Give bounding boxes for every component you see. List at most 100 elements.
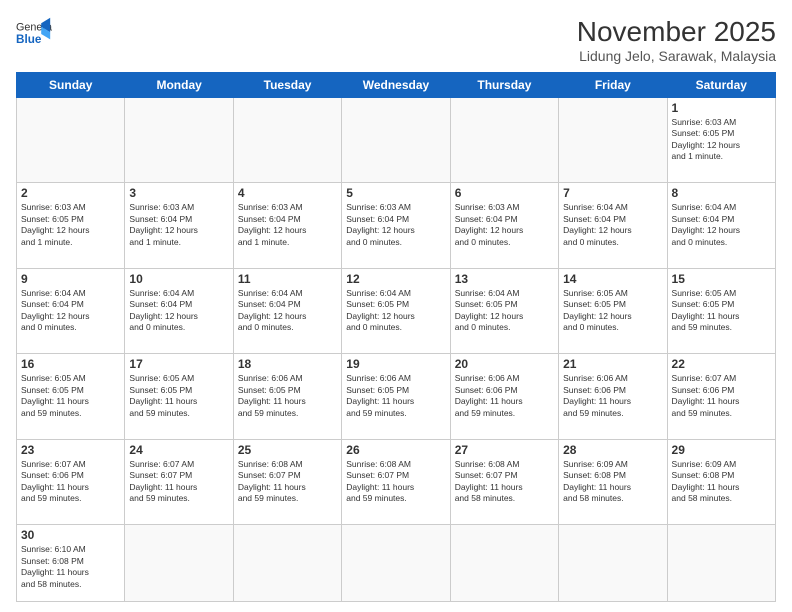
calendar-cell: 9 Sunrise: 6:04 AM Sunset: 6:04 PM Daylig… bbox=[17, 268, 125, 353]
calendar-week-row: 9 Sunrise: 6:04 AM Sunset: 6:04 PM Daylig… bbox=[17, 268, 776, 353]
calendar-cell: 10 Sunrise: 6:04 AM Sunset: 6:04 PM Dayli… bbox=[125, 268, 233, 353]
day-number: 11 bbox=[238, 272, 337, 286]
day-number: 9 bbox=[21, 272, 120, 286]
calendar-cell bbox=[233, 525, 341, 602]
day-number: 20 bbox=[455, 357, 554, 371]
day-number: 21 bbox=[563, 357, 662, 371]
calendar-cell: 13 Sunrise: 6:04 AM Sunset: 6:05 PM Dayli… bbox=[450, 268, 558, 353]
day-number: 27 bbox=[455, 443, 554, 457]
day-info: Sunrise: 6:05 AM Sunset: 6:05 PM Dayligh… bbox=[21, 373, 120, 419]
day-info: Sunrise: 6:03 AM Sunset: 6:05 PM Dayligh… bbox=[672, 117, 771, 163]
day-number: 14 bbox=[563, 272, 662, 286]
calendar-cell: 16 Sunrise: 6:05 AM Sunset: 6:05 PM Dayli… bbox=[17, 354, 125, 439]
day-number: 24 bbox=[129, 443, 228, 457]
day-info: Sunrise: 6:04 AM Sunset: 6:04 PM Dayligh… bbox=[129, 288, 228, 334]
calendar-cell bbox=[125, 98, 233, 183]
calendar-cell: 6Sunrise: 6:03 AM Sunset: 6:04 PM Daylig… bbox=[450, 183, 558, 268]
calendar-cell: 1Sunrise: 6:03 AM Sunset: 6:05 PM Daylig… bbox=[667, 98, 775, 183]
calendar-cell bbox=[17, 98, 125, 183]
day-number: 26 bbox=[346, 443, 445, 457]
calendar-cell bbox=[559, 525, 667, 602]
calendar-cell bbox=[559, 98, 667, 183]
calendar-cell bbox=[450, 98, 558, 183]
day-info: Sunrise: 6:05 AM Sunset: 6:05 PM Dayligh… bbox=[563, 288, 662, 334]
day-number: 3 bbox=[129, 186, 228, 200]
calendar-cell bbox=[125, 525, 233, 602]
weekday-header: Thursday bbox=[450, 73, 558, 98]
day-number: 16 bbox=[21, 357, 120, 371]
calendar-cell: 30 Sunrise: 6:10 AM Sunset: 6:08 PM Dayli… bbox=[17, 525, 125, 602]
calendar-cell bbox=[450, 525, 558, 602]
day-info: Sunrise: 6:06 AM Sunset: 6:06 PM Dayligh… bbox=[563, 373, 662, 419]
day-info: Sunrise: 6:03 AM Sunset: 6:04 PM Dayligh… bbox=[238, 202, 337, 248]
day-info: Sunrise: 6:08 AM Sunset: 6:07 PM Dayligh… bbox=[238, 459, 337, 505]
weekday-header: Saturday bbox=[667, 73, 775, 98]
weekday-header: Sunday bbox=[17, 73, 125, 98]
calendar-cell: 28Sunrise: 6:09 AM Sunset: 6:08 PM Dayli… bbox=[559, 439, 667, 524]
day-number: 8 bbox=[672, 186, 771, 200]
calendar-cell: 11Sunrise: 6:04 AM Sunset: 6:04 PM Dayli… bbox=[233, 268, 341, 353]
calendar-body: 1Sunrise: 6:03 AM Sunset: 6:05 PM Daylig… bbox=[17, 98, 776, 602]
weekday-header: Monday bbox=[125, 73, 233, 98]
calendar-cell: 20Sunrise: 6:06 AM Sunset: 6:06 PM Dayli… bbox=[450, 354, 558, 439]
day-info: Sunrise: 6:08 AM Sunset: 6:07 PM Dayligh… bbox=[455, 459, 554, 505]
title-section: November 2025 Lidung Jelo, Sarawak, Mala… bbox=[577, 16, 776, 64]
calendar-cell: 19 Sunrise: 6:06 AM Sunset: 6:05 PM Dayli… bbox=[342, 354, 450, 439]
day-info: Sunrise: 6:05 AM Sunset: 6:05 PM Dayligh… bbox=[129, 373, 228, 419]
day-number: 5 bbox=[346, 186, 445, 200]
calendar-cell bbox=[342, 98, 450, 183]
day-info: Sunrise: 6:04 AM Sunset: 6:05 PM Dayligh… bbox=[346, 288, 445, 334]
weekday-header: Wednesday bbox=[342, 73, 450, 98]
day-info: Sunrise: 6:06 AM Sunset: 6:05 PM Dayligh… bbox=[238, 373, 337, 419]
day-number: 6 bbox=[455, 186, 554, 200]
day-number: 30 bbox=[21, 528, 120, 542]
calendar-cell: 18Sunrise: 6:06 AM Sunset: 6:05 PM Dayli… bbox=[233, 354, 341, 439]
logo: General Blue bbox=[16, 16, 52, 52]
calendar-cell: 25 Sunrise: 6:08 AM Sunset: 6:07 PM Dayli… bbox=[233, 439, 341, 524]
calendar-cell: 27 Sunrise: 6:08 AM Sunset: 6:07 PM Dayli… bbox=[450, 439, 558, 524]
day-number: 17 bbox=[129, 357, 228, 371]
calendar-cell: 2Sunrise: 6:03 AM Sunset: 6:05 PM Daylig… bbox=[17, 183, 125, 268]
calendar-cell: 14 Sunrise: 6:05 AM Sunset: 6:05 PM Dayli… bbox=[559, 268, 667, 353]
day-info: Sunrise: 6:09 AM Sunset: 6:08 PM Dayligh… bbox=[563, 459, 662, 505]
day-number: 29 bbox=[672, 443, 771, 457]
day-info: Sunrise: 6:04 AM Sunset: 6:05 PM Dayligh… bbox=[455, 288, 554, 334]
month-title: November 2025 bbox=[577, 16, 776, 48]
day-info: Sunrise: 6:05 AM Sunset: 6:05 PM Dayligh… bbox=[672, 288, 771, 334]
calendar-table: SundayMondayTuesdayWednesdayThursdayFrid… bbox=[16, 72, 776, 602]
calendar-week-row: 23 Sunrise: 6:07 AM Sunset: 6:06 PM Dayli… bbox=[17, 439, 776, 524]
day-info: Sunrise: 6:08 AM Sunset: 6:07 PM Dayligh… bbox=[346, 459, 445, 505]
calendar-week-row: 1Sunrise: 6:03 AM Sunset: 6:05 PM Daylig… bbox=[17, 98, 776, 183]
day-info: Sunrise: 6:03 AM Sunset: 6:04 PM Dayligh… bbox=[346, 202, 445, 248]
day-info: Sunrise: 6:04 AM Sunset: 6:04 PM Dayligh… bbox=[672, 202, 771, 248]
day-number: 23 bbox=[21, 443, 120, 457]
calendar-cell: 5 Sunrise: 6:03 AM Sunset: 6:04 PM Daylig… bbox=[342, 183, 450, 268]
calendar-cell: 22Sunrise: 6:07 AM Sunset: 6:06 PM Dayli… bbox=[667, 354, 775, 439]
calendar-cell: 12 Sunrise: 6:04 AM Sunset: 6:05 PM Dayli… bbox=[342, 268, 450, 353]
day-number: 10 bbox=[129, 272, 228, 286]
day-info: Sunrise: 6:03 AM Sunset: 6:04 PM Dayligh… bbox=[129, 202, 228, 248]
day-number: 12 bbox=[346, 272, 445, 286]
day-number: 19 bbox=[346, 357, 445, 371]
calendar-week-row: 30 Sunrise: 6:10 AM Sunset: 6:08 PM Dayli… bbox=[17, 525, 776, 602]
day-number: 4 bbox=[238, 186, 337, 200]
day-info: Sunrise: 6:04 AM Sunset: 6:04 PM Dayligh… bbox=[21, 288, 120, 334]
svg-text:Blue: Blue bbox=[16, 33, 42, 46]
logo-icon: General Blue bbox=[16, 16, 52, 52]
day-info: Sunrise: 6:07 AM Sunset: 6:06 PM Dayligh… bbox=[21, 459, 120, 505]
day-info: Sunrise: 6:09 AM Sunset: 6:08 PM Dayligh… bbox=[672, 459, 771, 505]
day-info: Sunrise: 6:06 AM Sunset: 6:05 PM Dayligh… bbox=[346, 373, 445, 419]
calendar-cell: 15Sunrise: 6:05 AM Sunset: 6:05 PM Dayli… bbox=[667, 268, 775, 353]
calendar-week-row: 2Sunrise: 6:03 AM Sunset: 6:05 PM Daylig… bbox=[17, 183, 776, 268]
calendar-cell: 21 Sunrise: 6:06 AM Sunset: 6:06 PM Dayli… bbox=[559, 354, 667, 439]
calendar-cell: 29 Sunrise: 6:09 AM Sunset: 6:08 PM Dayli… bbox=[667, 439, 775, 524]
weekday-header: Friday bbox=[559, 73, 667, 98]
day-number: 13 bbox=[455, 272, 554, 286]
calendar-cell: 7Sunrise: 6:04 AM Sunset: 6:04 PM Daylig… bbox=[559, 183, 667, 268]
day-info: Sunrise: 6:04 AM Sunset: 6:04 PM Dayligh… bbox=[563, 202, 662, 248]
day-info: Sunrise: 6:03 AM Sunset: 6:05 PM Dayligh… bbox=[21, 202, 120, 248]
calendar-cell: 17 Sunrise: 6:05 AM Sunset: 6:05 PM Dayli… bbox=[125, 354, 233, 439]
day-info: Sunrise: 6:10 AM Sunset: 6:08 PM Dayligh… bbox=[21, 544, 120, 590]
day-number: 25 bbox=[238, 443, 337, 457]
page: General Blue November 2025 Lidung Jelo, … bbox=[0, 0, 792, 612]
